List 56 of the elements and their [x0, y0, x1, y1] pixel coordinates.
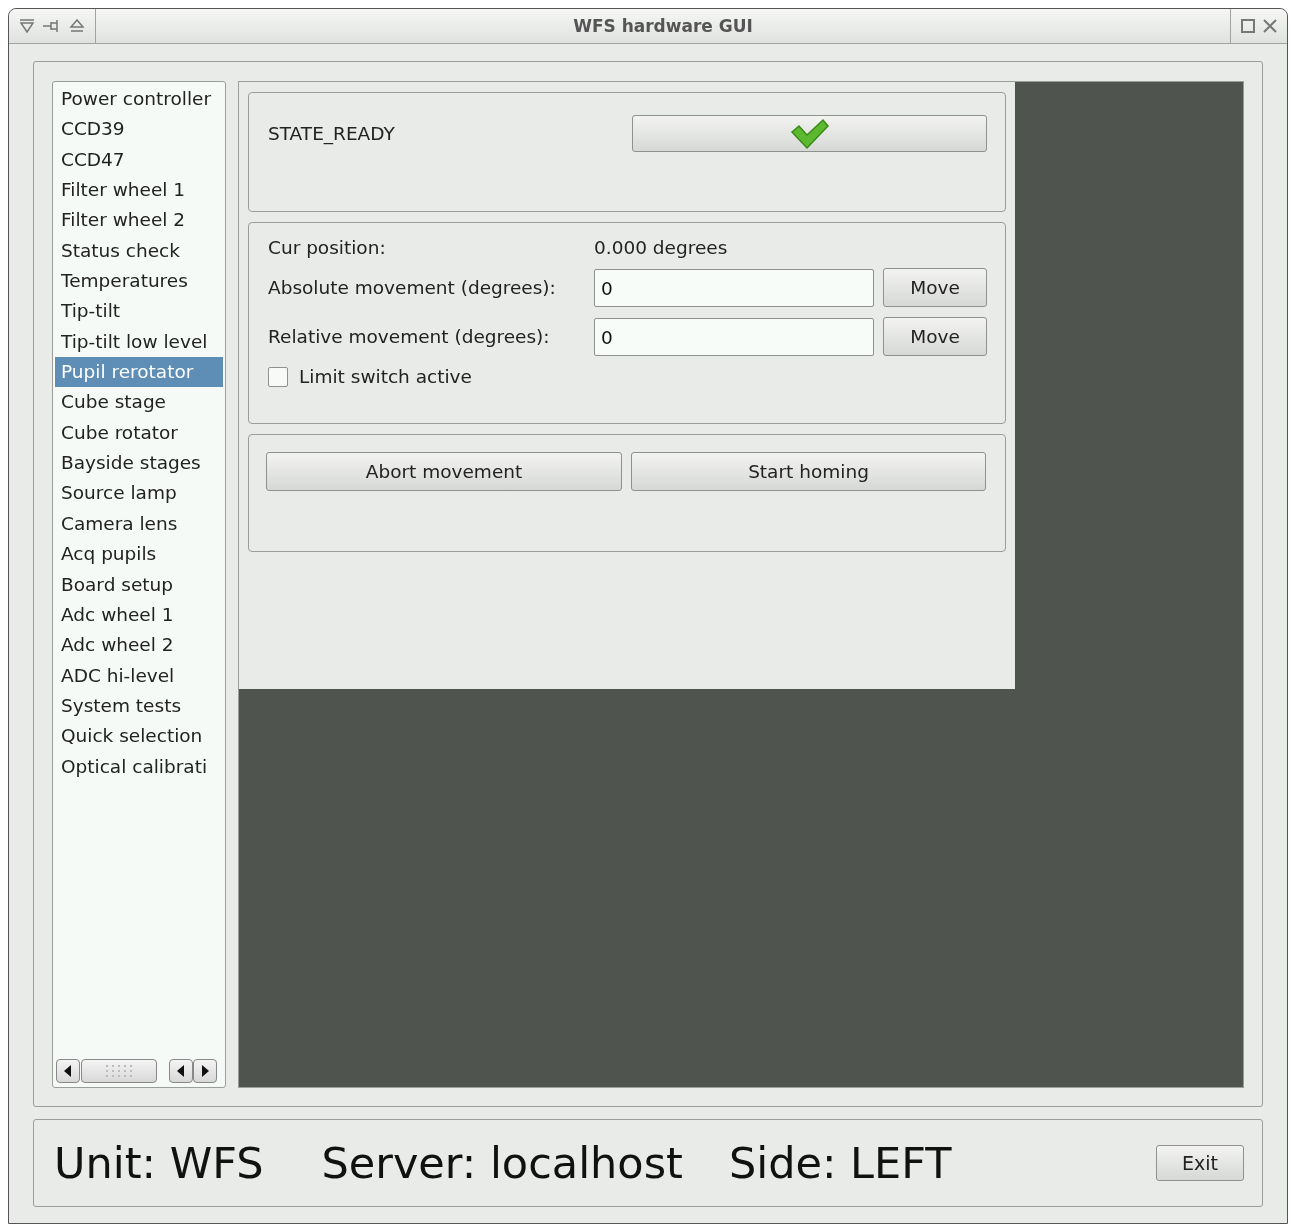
movement-label: Absolute movement (degrees): — [268, 277, 557, 298]
scrollbar-thumb[interactable] — [81, 1059, 157, 1083]
device-list-item[interactable]: CCD47 — [55, 144, 223, 176]
move-button[interactable]: Move — [883, 317, 987, 356]
device-list-item[interactable]: ADC hi-level — [55, 660, 223, 691]
scroll-right-button[interactable] — [193, 1059, 217, 1083]
device-list-item[interactable]: Source lamp — [55, 478, 223, 509]
device-list-item[interactable]: Temperatures — [55, 266, 223, 297]
maximize-icon[interactable] — [1241, 19, 1255, 33]
device-list-item[interactable]: Camera lens — [55, 508, 223, 540]
device-list-item[interactable]: Pupil rerotator — [55, 357, 223, 388]
scroll-left-button[interactable] — [56, 1059, 80, 1083]
move-button[interactable]: Move — [883, 268, 987, 307]
server-label: Server: localhost — [321, 1138, 683, 1188]
device-list-item[interactable]: Acq pupils — [55, 539, 223, 570]
device-list-item[interactable]: System tests — [55, 690, 223, 722]
movement-label: Relative movement (degrees): — [268, 326, 551, 347]
pin-icon[interactable] — [43, 19, 61, 33]
shade-icon[interactable] — [19, 19, 35, 33]
grip-icon — [104, 1063, 134, 1079]
device-list-item[interactable]: Quick selection — [55, 721, 223, 752]
limit-switch-label: Limit switch active — [299, 366, 472, 387]
scroll-left-icon — [177, 1065, 185, 1077]
limit-switch-checkbox[interactable] — [268, 366, 288, 387]
state-button[interactable] — [632, 115, 987, 152]
device-list-item[interactable]: Power controller — [55, 84, 223, 115]
window-title: WFS hardware GUI — [95, 9, 1231, 43]
device-list-item[interactable]: Board setup — [55, 569, 223, 600]
device-list-item[interactable]: CCD39 — [55, 114, 223, 145]
position-label: Cur position: — [268, 237, 387, 258]
side-label: Side: LEFT — [728, 1138, 952, 1188]
abort-button[interactable]: Abort movement — [266, 452, 622, 491]
movement-field[interactable]: 0 — [594, 268, 874, 307]
movement-field[interactable]: 0 — [594, 317, 874, 356]
eject-icon[interactable] — [69, 19, 85, 33]
scroll-left-button[interactable] — [169, 1059, 193, 1083]
state-label: STATE_READY — [268, 123, 396, 144]
device-list-item[interactable]: Adc wheel 2 — [55, 630, 223, 661]
checkmark-icon — [789, 117, 830, 150]
scroll-right-icon — [201, 1065, 209, 1077]
device-list-item[interactable]: Optical calibrati — [55, 751, 223, 782]
homing-button[interactable]: Start homing — [631, 452, 986, 491]
close-icon[interactable] — [1263, 19, 1277, 33]
exit-button[interactable]: Exit — [1156, 1145, 1244, 1181]
device-list-item[interactable]: Cube stage — [55, 387, 223, 418]
device-list-item[interactable]: Bayside stages — [55, 448, 223, 479]
device-list-item[interactable]: Adc wheel 1 — [55, 599, 223, 631]
unit-label: Unit: WFS — [54, 1138, 264, 1188]
position-value: 0.000 degrees — [594, 237, 728, 258]
device-list-item[interactable]: Cube rotator — [55, 417, 223, 449]
scroll-left-icon — [64, 1065, 72, 1077]
device-list-item[interactable]: Filter wheel 2 — [55, 205, 223, 236]
device-list-item[interactable]: Tip-tilt — [55, 296, 223, 327]
device-list-item[interactable]: Filter wheel 1 — [55, 175, 223, 206]
device-list-item[interactable]: Status check — [55, 235, 223, 267]
device-list-item[interactable]: Tip-tilt low level — [55, 326, 223, 358]
